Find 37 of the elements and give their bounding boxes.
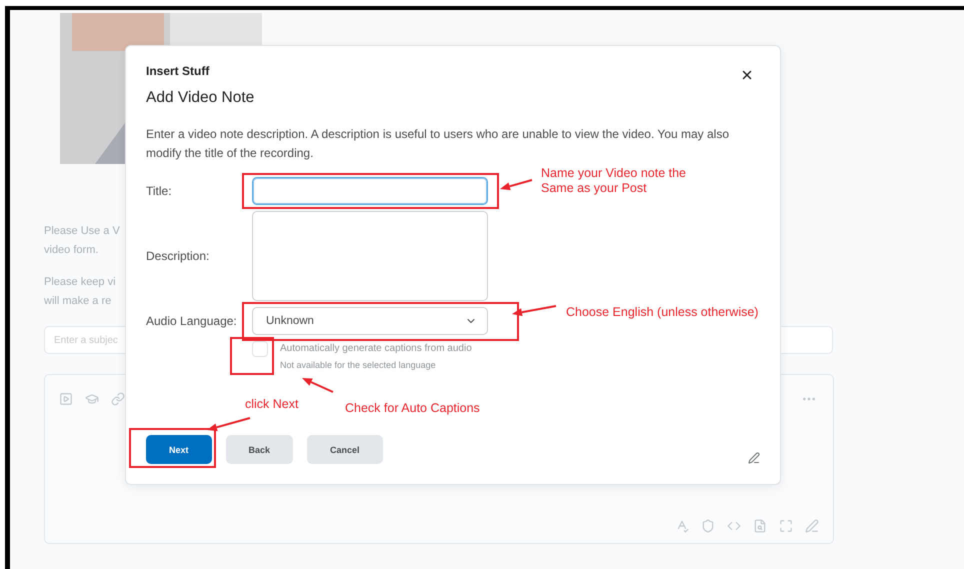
spellcheck-icon[interactable]: [675, 519, 689, 533]
captions-note: Not available for the selected language: [280, 359, 437, 372]
title-field[interactable]: [252, 177, 488, 205]
close-button[interactable]: [740, 68, 754, 82]
arrow: [500, 179, 532, 190]
link-icon[interactable]: [111, 392, 125, 406]
field-label: Title:: [146, 184, 173, 198]
captions-label: Automatically generate captions from audio: [280, 342, 472, 356]
field-label: Description:: [146, 249, 210, 263]
annotation-text: Name your Video note the Same as your Post: [541, 166, 686, 196]
preview-icon[interactable]: [753, 519, 767, 533]
dialog-description: Enter a video note description. A description is useful to users who are unable to view the video. You may also modify the title of the recording.: [146, 126, 730, 162]
shield-icon[interactable]: [701, 519, 715, 533]
video-icon[interactable]: [59, 392, 73, 406]
primary-button[interactable]: Next: [146, 435, 212, 464]
pen-icon[interactable]: [805, 519, 819, 533]
arrow: [207, 417, 250, 432]
arrow: [302, 378, 334, 393]
resize-icon[interactable]: [748, 452, 760, 464]
field-label: Audio Language:: [146, 314, 238, 328]
secondary-button[interactable]: Back: [226, 435, 294, 464]
intro-text: video form.: [44, 243, 98, 258]
secondary-button[interactable]: Cancel: [307, 435, 383, 464]
annotation-text: Choose English (unless otherwise): [566, 305, 758, 320]
annotation-text: click Next: [245, 397, 298, 412]
intro-text: Please keep vi: [44, 275, 116, 290]
dialog-title: Add Video Note: [146, 89, 256, 107]
cap-icon[interactable]: [85, 392, 99, 406]
code-icon[interactable]: [727, 519, 741, 533]
dialog-kicker: Insert Stuff: [146, 64, 210, 78]
intro-text: Please Use a V: [44, 224, 120, 239]
intro-text: will make a re: [44, 294, 112, 309]
description-field[interactable]: [252, 211, 488, 301]
annotation-text: Check for Auto Captions: [345, 401, 480, 416]
language-select[interactable]: Unknown: [252, 307, 488, 335]
arrow: [512, 305, 556, 316]
fullscreen-icon[interactable]: [779, 519, 793, 533]
